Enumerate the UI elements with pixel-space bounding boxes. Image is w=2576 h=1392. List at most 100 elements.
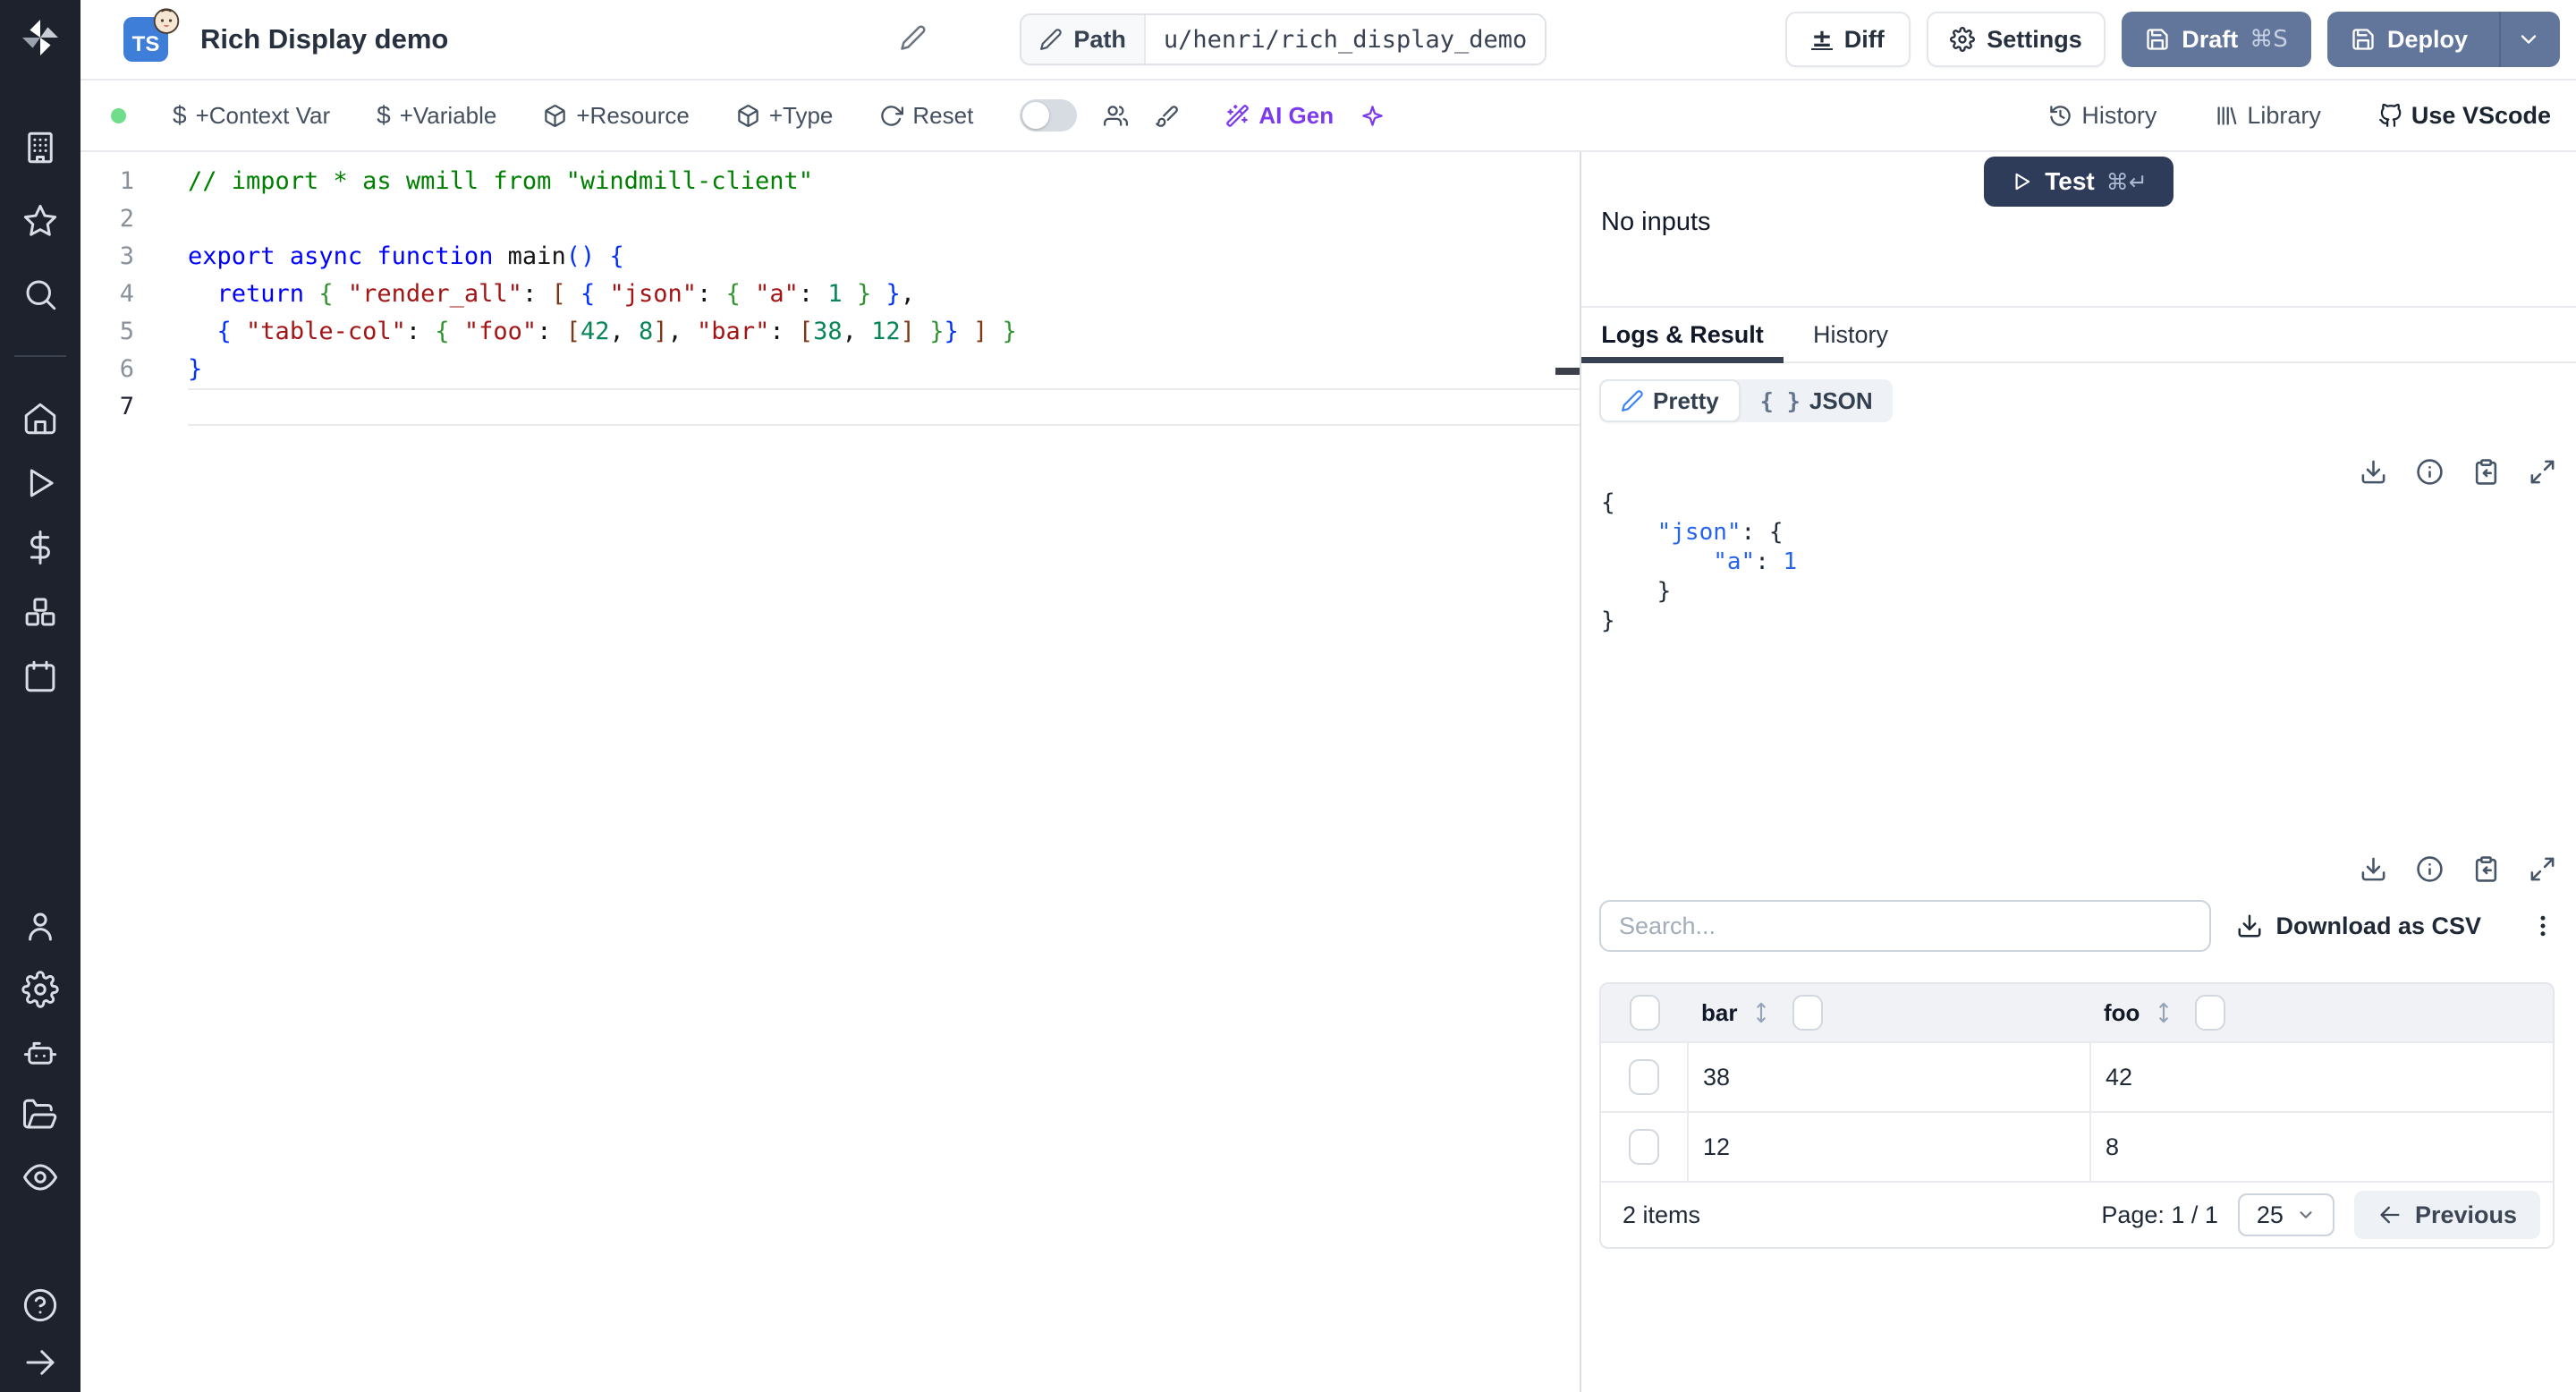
row-checkbox[interactable] [1629, 1129, 1659, 1165]
favorites-star-icon[interactable] [19, 199, 62, 242]
json-toggle[interactable]: { } JSON [1741, 379, 1893, 422]
page-size-select[interactable]: 25 [2237, 1193, 2334, 1236]
tab-logs-result[interactable]: Logs & Result [1581, 308, 1784, 363]
resources-cubes-icon[interactable] [19, 590, 62, 633]
code-editor[interactable]: 1// import * as wmill from "windmill-cli… [80, 152, 1580, 1392]
table-actions [2360, 855, 2556, 883]
reset-button[interactable]: Reset [879, 102, 973, 130]
use-vscode-button[interactable]: Use VScode [2378, 102, 2551, 130]
info-icon[interactable] [2416, 458, 2444, 486]
table-menu-kebab-icon[interactable] [2528, 908, 2558, 944]
gear-icon [1950, 27, 1976, 52]
table-row[interactable]: 38 42 [1601, 1041, 2553, 1111]
expand-icon[interactable] [2529, 458, 2556, 486]
download-icon [2238, 914, 2261, 938]
table-row[interactable]: 12 8 [1601, 1111, 2553, 1181]
windmill-logo-icon[interactable] [19, 16, 62, 59]
select-all-checkbox[interactable] [1630, 995, 1660, 1031]
path-selector[interactable]: Path u/henri/rich_display_demo [1020, 13, 1547, 65]
json-line: } [1601, 578, 1672, 605]
history-clock-icon [2050, 105, 2072, 126]
audit-eye-icon[interactable] [19, 1156, 62, 1199]
folders-icon[interactable] [19, 1093, 62, 1136]
tab-history[interactable]: History [1784, 308, 1918, 361]
typescript-badge: TS [123, 8, 180, 62]
sort-icon[interactable] [2152, 998, 2175, 1027]
code-line[interactable]: 3 export async function main() { [80, 238, 1580, 276]
sparkles-icon[interactable] [1360, 104, 1385, 128]
add-type-button[interactable]: +Type [736, 102, 833, 130]
settings-gear-icon[interactable] [19, 968, 62, 1011]
json-line: "a": 1 [1713, 548, 1798, 575]
path-label: Path [1021, 15, 1146, 64]
wand-icon [1226, 104, 1250, 127]
result-actions [2360, 458, 2556, 486]
copy-clipboard-icon[interactable] [2472, 855, 2500, 883]
table-toolbar: Download as CSV [1599, 900, 2558, 952]
dollar-icon: $ [173, 101, 187, 129]
sort-icon[interactable] [1750, 998, 1773, 1027]
code-line[interactable]: 5 { "table-col": { "foo": [42, 8], "bar"… [80, 313, 1580, 351]
table-footer: 2 items Page: 1 / 1 25 Previous [1601, 1181, 2553, 1247]
edit-summary-pencil-icon[interactable] [900, 24, 930, 55]
variables-dollar-icon[interactable] [19, 526, 62, 569]
home-icon[interactable] [19, 397, 62, 440]
save-draft-button[interactable]: Draft ⌘S [2122, 12, 2311, 67]
row-checkbox[interactable] [1629, 1059, 1659, 1095]
help-icon[interactable] [19, 1284, 62, 1327]
status-dot [111, 107, 126, 123]
column-checkbox-foo[interactable] [2195, 995, 2226, 1031]
multiplayer-toggle[interactable] [1020, 99, 1078, 132]
add-variable-button[interactable]: $ +Variable [377, 101, 496, 130]
workers-robot-icon[interactable] [19, 1031, 62, 1074]
library-button[interactable]: Library [2214, 102, 2321, 130]
pen-icon [1622, 390, 1643, 412]
column-checkbox-bar[interactable] [1792, 995, 1824, 1031]
info-icon[interactable] [2416, 855, 2444, 883]
previous-page-button[interactable]: Previous [2353, 1191, 2540, 1239]
code-line[interactable]: 2 [80, 200, 1580, 238]
settings-button[interactable]: Settings [1927, 12, 2106, 67]
diff-button[interactable]: ± Diff [1785, 12, 1911, 67]
workspace-icon[interactable] [19, 126, 62, 169]
deploy-dropdown[interactable] [2499, 12, 2556, 67]
pretty-toggle[interactable]: Pretty [1599, 379, 1741, 422]
search-input[interactable] [1599, 900, 2211, 952]
expand-icon[interactable] [2529, 855, 2556, 883]
format-brush-icon[interactable] [1155, 104, 1179, 128]
result-body: Pretty { } JSON { "json": {"a": 1}} S… [1581, 363, 2576, 1392]
result-tabs: Logs & Result History [1581, 306, 2576, 363]
search-icon[interactable] [19, 273, 62, 316]
items-count: 2 items [1623, 1201, 1701, 1228]
panel-splitter-handle[interactable] [1555, 368, 1580, 375]
add-resource-button[interactable]: +Resource [543, 102, 690, 130]
download-csv-button[interactable]: Download as CSV [2236, 912, 2481, 940]
code-line[interactable]: 7 [80, 388, 1580, 426]
braces-icon: { } [1759, 387, 1801, 414]
cell-foo: 8 [2106, 1133, 2120, 1160]
page-indicator: Page: 1 / 1 [2101, 1201, 2218, 1228]
json-line: } [1601, 607, 1615, 634]
runs-play-icon[interactable] [19, 462, 62, 505]
deploy-button[interactable]: Deploy [2327, 12, 2560, 67]
ai-gen-button[interactable]: AI Gen [1225, 102, 1334, 130]
copy-clipboard-icon[interactable] [2472, 458, 2500, 486]
arrow-left-icon [2380, 1206, 2400, 1224]
collaborators-icon[interactable] [1104, 104, 1129, 128]
code-line[interactable]: 1// import * as wmill from "windmill-cli… [80, 163, 1580, 200]
deploy-main[interactable]: Deploy [2331, 12, 2487, 67]
download-icon[interactable] [2360, 855, 2387, 883]
code-line[interactable]: 6} [80, 351, 1580, 388]
code-line[interactable]: 4 return { "render_all": [ { "json": { "… [80, 276, 1580, 313]
cell-bar: 12 [1703, 1133, 1731, 1160]
collapse-arrow-icon[interactable] [19, 1341, 62, 1384]
add-context-var-button[interactable]: $ +Context Var [173, 101, 330, 130]
play-icon [2015, 173, 2030, 191]
test-button[interactable]: Test ⌘↵ [1984, 157, 2174, 207]
download-icon[interactable] [2360, 458, 2387, 486]
column-header-foo: foo [2104, 998, 2140, 1026]
reset-icon [881, 105, 904, 126]
history-button[interactable]: History [2048, 102, 2157, 130]
user-icon[interactable] [19, 905, 62, 948]
schedules-calendar-icon[interactable] [19, 655, 62, 698]
